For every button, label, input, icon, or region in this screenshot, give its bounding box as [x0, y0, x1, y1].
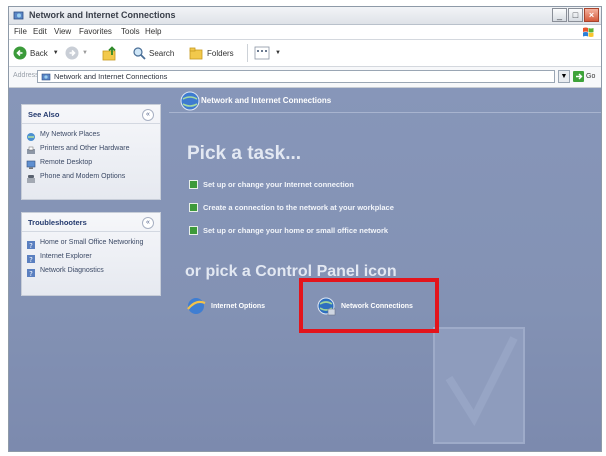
- see-also-phone-modem[interactable]: Phone and Modem Options: [22, 173, 160, 184]
- troubleshooter-network-diagnostics[interactable]: ? Network Diagnostics: [22, 267, 160, 278]
- see-also-item-label: My Network Places: [40, 131, 100, 138]
- back-label: Back: [30, 48, 48, 58]
- windows-logo-icon: [583, 27, 594, 37]
- forward-arrow-icon: [65, 46, 79, 60]
- task-label: Set up or change your home or small offi…: [203, 226, 389, 235]
- see-also-header[interactable]: See Also «: [22, 105, 160, 124]
- menu-edit[interactable]: Edit: [33, 27, 47, 36]
- internet-options-label: Internet Options: [211, 302, 266, 310]
- minimize-button[interactable]: _: [552, 8, 567, 22]
- go-label: Go: [586, 73, 596, 80]
- search-icon: [133, 47, 146, 60]
- search-label: Search: [149, 48, 175, 58]
- task-internet-connection[interactable]: Set up or change your Internet connectio…: [189, 180, 354, 189]
- troubleshooter-home-network[interactable]: ? Home or Small Office Networking: [22, 239, 160, 250]
- go-arrow-icon: [573, 71, 584, 82]
- up-folder-icon: [102, 46, 116, 61]
- menu-view[interactable]: View: [54, 27, 71, 36]
- see-also-title: See Also: [28, 110, 60, 119]
- see-also-item-label: Printers and Other Hardware: [40, 145, 130, 152]
- troubleshooters-title: Troubleshooters: [28, 218, 87, 227]
- help-book-icon: ?: [27, 241, 35, 250]
- up-folder-button[interactable]: [102, 45, 121, 61]
- address-dropdown-button[interactable]: ▼: [558, 70, 570, 83]
- task-home-network[interactable]: Set up or change your home or small offi…: [189, 226, 388, 235]
- monitor-icon: [26, 160, 36, 169]
- internet-options-icon: [187, 298, 206, 314]
- main-content: See Also « My Network Places Printers an…: [9, 88, 601, 451]
- close-button[interactable]: ×: [584, 8, 599, 22]
- task-label: Set up or change your Internet connectio…: [203, 180, 354, 189]
- collapse-icon[interactable]: «: [142, 109, 154, 121]
- menu-tools[interactable]: Tools: [121, 27, 140, 36]
- forward-dropdown-icon: ▼: [82, 50, 88, 56]
- address-bar: Address Network and Internet Connections…: [9, 67, 601, 88]
- task-arrow-icon: [189, 203, 198, 212]
- network-folder-icon: [41, 73, 51, 81]
- troubleshooter-item-label: Network Diagnostics: [40, 267, 104, 274]
- address-value: Network and Internet Connections: [54, 72, 168, 81]
- header-divider: [169, 112, 601, 113]
- task-workplace-connection[interactable]: Create a connection to the network at yo…: [189, 203, 394, 212]
- see-also-item-label: Remote Desktop: [40, 159, 93, 166]
- troubleshooters-header[interactable]: Troubleshooters «: [22, 213, 160, 232]
- see-also-printers[interactable]: Printers and Other Hardware: [22, 145, 160, 156]
- folders-icon: [189, 47, 203, 60]
- svg-text:?: ?: [29, 242, 33, 250]
- menu-help[interactable]: Help: [145, 27, 161, 36]
- go-button[interactable]: Go: [573, 70, 599, 83]
- toolbar-separator: [247, 44, 248, 62]
- network-places-icon: [27, 133, 35, 141]
- internet-options-icon-link[interactable]: Internet Options: [185, 295, 265, 317]
- troubleshooter-internet-explorer[interactable]: ? Internet Explorer: [22, 253, 160, 264]
- views-icon: [254, 46, 270, 60]
- address-label: Address: [13, 72, 39, 79]
- back-dropdown-icon[interactable]: ▼: [53, 50, 59, 56]
- folders-label: Folders: [207, 48, 234, 58]
- phone-icon: [27, 175, 35, 183]
- search-button[interactable]: Search: [132, 45, 174, 61]
- forward-button[interactable]: ▼: [65, 45, 88, 61]
- back-button[interactable]: Back ▼: [13, 45, 59, 61]
- troubleshooter-item-label: Home or Small Office Networking: [40, 239, 144, 246]
- see-also-panel: See Also « My Network Places Printers an…: [21, 104, 161, 200]
- troubleshooters-panel: Troubleshooters « ? Home or Small Office…: [21, 212, 161, 296]
- window-title: Network and Internet Connections: [29, 10, 176, 20]
- menu-file[interactable]: File: [14, 27, 27, 36]
- explorer-window: Network and Internet Connections _ □ × F…: [8, 6, 602, 452]
- troubleshooter-item-label: Internet Explorer: [40, 253, 92, 260]
- see-also-item-label: Phone and Modem Options: [40, 173, 126, 180]
- see-also-remote-desktop[interactable]: Remote Desktop: [22, 159, 160, 170]
- section-header: Network and Internet Connections: [169, 88, 601, 114]
- see-also-my-network-places[interactable]: My Network Places: [22, 131, 160, 142]
- task-arrow-icon: [189, 226, 198, 235]
- back-arrow-icon: [13, 46, 27, 60]
- network-folder-icon: [13, 11, 24, 20]
- maximize-button[interactable]: □: [568, 8, 583, 22]
- section-title: Network and Internet Connections: [201, 96, 332, 105]
- address-input[interactable]: Network and Internet Connections: [37, 70, 555, 83]
- printer-icon: [27, 146, 35, 154]
- highlight-box: [299, 278, 439, 333]
- task-label: Create a connection to the network at yo…: [203, 203, 394, 212]
- pick-task-heading: Pick a task...: [187, 143, 302, 164]
- menu-favorites[interactable]: Favorites: [79, 27, 112, 36]
- menu-bar: File Edit View Favorites Tools Help: [9, 25, 601, 40]
- help-book-icon: ?: [27, 269, 35, 278]
- svg-text:?: ?: [29, 256, 33, 264]
- views-button[interactable]: ▼: [254, 45, 281, 61]
- help-book-icon: ?: [27, 255, 35, 264]
- collapse-icon[interactable]: «: [142, 217, 154, 229]
- views-dropdown-icon: ▼: [275, 50, 281, 56]
- folders-button[interactable]: Folders: [189, 45, 234, 61]
- network-globe-icon: [180, 91, 200, 111]
- task-arrow-icon: [189, 180, 198, 189]
- svg-text:?: ?: [29, 270, 33, 278]
- toolbar: Back ▼ ▼ Search Folders ▼: [9, 40, 601, 67]
- title-bar: Network and Internet Connections _ □ ×: [9, 7, 601, 25]
